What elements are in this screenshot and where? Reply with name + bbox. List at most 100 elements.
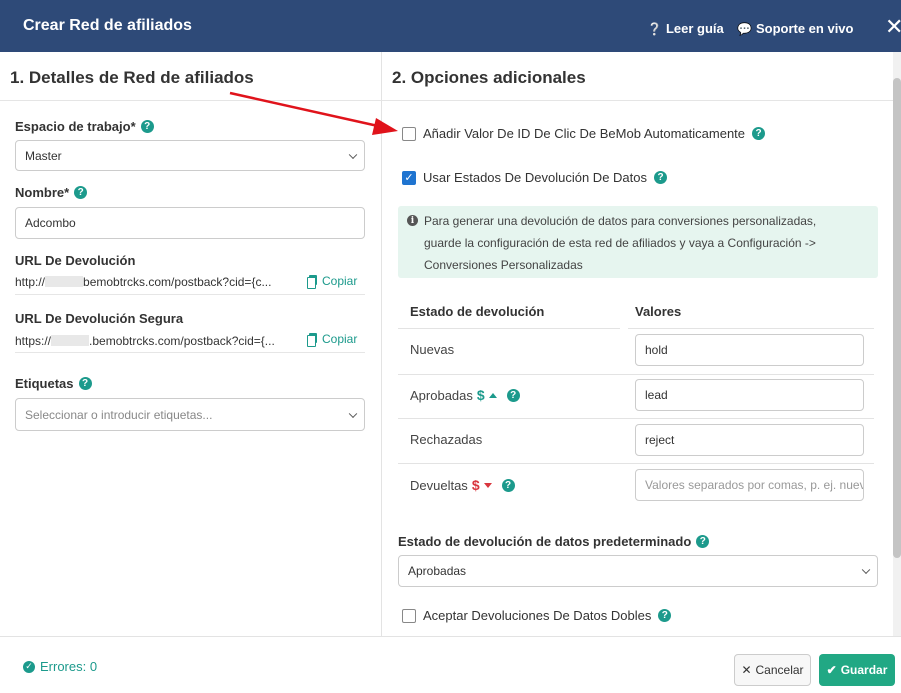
- help-icon[interactable]: ?: [74, 186, 88, 199]
- table-divider: [398, 374, 874, 375]
- status-nuevas-values-input[interactable]: hold: [635, 334, 864, 366]
- default-status-select[interactable]: Aprobadas: [398, 555, 878, 587]
- live-support-label: Soporte en vivo: [755, 21, 854, 36]
- status-devueltas-label: Devueltas: [410, 477, 468, 493]
- secure-postback-url-value: https:// .bemobtrcks.com/postback?cid={..…: [15, 334, 275, 348]
- use-postback-statuses-label: Usar Estados De Devolución De Datos: [423, 170, 647, 185]
- tags-label: Etiquetas ?: [15, 376, 92, 391]
- status-rechazadas: Rechazadas: [410, 432, 483, 447]
- caret-up-icon: [488, 392, 497, 398]
- copy-icon: [307, 333, 317, 347]
- check-icon: ✔: [826, 663, 837, 677]
- name-label: Nombre* ?: [15, 185, 88, 200]
- redacted-mask: [51, 335, 90, 346]
- copy-postback-url-button[interactable]: Copiar: [307, 274, 358, 289]
- table-divider: [628, 328, 874, 329]
- redacted-mask: [45, 276, 84, 287]
- info-text-line-1: Para generar una devolución de datos par…: [424, 214, 817, 228]
- use-postback-statuses-option[interactable]: ✓ Usar Estados De Devolución De Datos ?: [402, 170, 667, 185]
- use-postback-statuses-checkbox[interactable]: ✓: [402, 170, 416, 185]
- live-support-link[interactable]: 💬 Soporte en vivo: [737, 21, 853, 36]
- accept-duplicate-postbacks-option[interactable]: Aceptar Devoluciones De Datos Dobles ?: [402, 608, 672, 623]
- values-column-header: Valores: [635, 304, 682, 319]
- chevron-down-icon: [861, 565, 871, 575]
- tags-label-text: Etiquetas: [15, 376, 74, 391]
- postback-url-label: URL De Devolución: [15, 253, 136, 268]
- cancel-label: Cancelar: [755, 663, 804, 677]
- copy-icon: [307, 275, 317, 289]
- workspace-select-value: Master: [25, 148, 62, 163]
- options-scrollbar[interactable]: [893, 52, 901, 636]
- postback-url-underline: [15, 294, 365, 295]
- chat-icon: 💬: [737, 21, 752, 36]
- status-aprobadas-values-input[interactable]: lead: [635, 379, 864, 411]
- details-column: 1. Detalles de Red de afiliados Espacio …: [0, 52, 382, 636]
- details-title-divider: [0, 100, 381, 101]
- help-icon[interactable]: ?: [658, 609, 672, 622]
- info-icon: i: [407, 215, 418, 226]
- info-text-line-3: Conversiones Personalizadas: [424, 258, 583, 272]
- chevron-down-icon: [348, 150, 358, 159]
- details-section-title: 1. Detalles de Red de afiliados: [10, 68, 254, 87]
- postback-url-prefix: http://: [15, 275, 46, 289]
- secure-postback-url-suffix: .bemobtrcks.com/postback?cid={...: [89, 334, 275, 348]
- tags-select[interactable]: Seleccionar o introducir etiquetas...: [15, 398, 365, 431]
- workspace-select[interactable]: Master: [15, 140, 365, 171]
- append-click-id-checkbox[interactable]: [402, 126, 416, 141]
- accept-duplicate-postbacks-checkbox[interactable]: [402, 608, 416, 623]
- default-status-label-text: Estado de devolución de datos predetermi…: [398, 534, 692, 549]
- status-column-header: Estado de devolución: [410, 304, 545, 319]
- workspace-label-text: Espacio de trabajo*: [15, 119, 136, 134]
- save-label: Guardar: [840, 663, 888, 677]
- status-aprobadas-label: Aprobadas: [410, 387, 473, 403]
- help-icon[interactable]: ?: [140, 120, 154, 133]
- tags-placeholder: Seleccionar o introducir etiquetas...: [25, 407, 213, 422]
- name-label-text: Nombre*: [15, 185, 70, 200]
- read-guide-link[interactable]: ❔ Leer guía: [647, 21, 724, 36]
- close-icon: ✕: [741, 663, 752, 677]
- default-status-value: Aprobadas: [408, 564, 467, 578]
- default-status-label: Estado de devolución de datos predetermi…: [398, 534, 710, 549]
- accept-duplicate-postbacks-label: Aceptar Devoluciones De Datos Dobles: [423, 608, 652, 623]
- workspace-label: Espacio de trabajo* ?: [15, 119, 154, 134]
- errors-status: ✓ Errores: 0: [23, 659, 97, 674]
- options-section-title: 2. Opciones adicionales: [392, 68, 586, 87]
- modal-footer: ✓ Errores: 0 ✕ Cancelar ✔ Guardar: [0, 636, 901, 693]
- help-icon[interactable]: ?: [501, 478, 515, 492]
- read-guide-label: Leer guía: [665, 21, 724, 36]
- dollar-icon: $: [471, 477, 480, 493]
- copy-label: Copiar: [322, 332, 358, 346]
- save-button[interactable]: ✔ Guardar: [819, 654, 895, 686]
- table-divider: [398, 328, 620, 329]
- copy-label: Copiar: [322, 274, 358, 288]
- chevron-down-icon: [348, 409, 358, 418]
- help-icon[interactable]: ?: [752, 127, 766, 140]
- options-title-divider: [382, 100, 893, 101]
- question-circle-icon: ❔: [647, 21, 662, 36]
- options-column: 2. Opciones adicionales Añadir Valor De …: [382, 52, 893, 636]
- help-icon[interactable]: ?: [506, 388, 520, 402]
- scrollbar-thumb[interactable]: [893, 78, 901, 558]
- status-devueltas-values-input[interactable]: Valores separados por comas, p. ej. nuev…: [635, 469, 864, 501]
- cancel-button[interactable]: ✕ Cancelar: [734, 654, 811, 686]
- custom-conversions-info-box: i Para generar una devolución de datos p…: [398, 206, 878, 278]
- name-input[interactable]: Adcombo: [15, 207, 365, 239]
- check-circle-icon: ✓: [23, 660, 35, 673]
- postback-url-value: http:// bemobtrcks.com/postback?cid={c...: [15, 275, 271, 289]
- dollar-icon: $: [476, 387, 485, 403]
- append-click-id-option[interactable]: Añadir Valor De ID De Clic De BeMob Auto…: [402, 126, 766, 141]
- status-devueltas: Devueltas $ ?: [410, 477, 515, 493]
- help-icon[interactable]: ?: [78, 377, 92, 390]
- modal-title: Crear Red de afiliados: [23, 17, 192, 34]
- status-rechazadas-values-input[interactable]: reject: [635, 424, 864, 456]
- info-text-line-2: guarde la configuración de esta red de a…: [424, 236, 816, 250]
- copy-secure-postback-url-button[interactable]: Copiar: [307, 332, 358, 347]
- status-nuevas: Nuevas: [410, 342, 455, 357]
- table-divider: [398, 418, 874, 419]
- close-icon[interactable]: ✕: [885, 14, 901, 40]
- caret-down-icon: [483, 482, 492, 488]
- secure-postback-url-prefix: https://: [15, 334, 52, 348]
- help-icon[interactable]: ?: [654, 171, 667, 184]
- table-divider: [398, 463, 874, 464]
- help-icon[interactable]: ?: [696, 535, 710, 548]
